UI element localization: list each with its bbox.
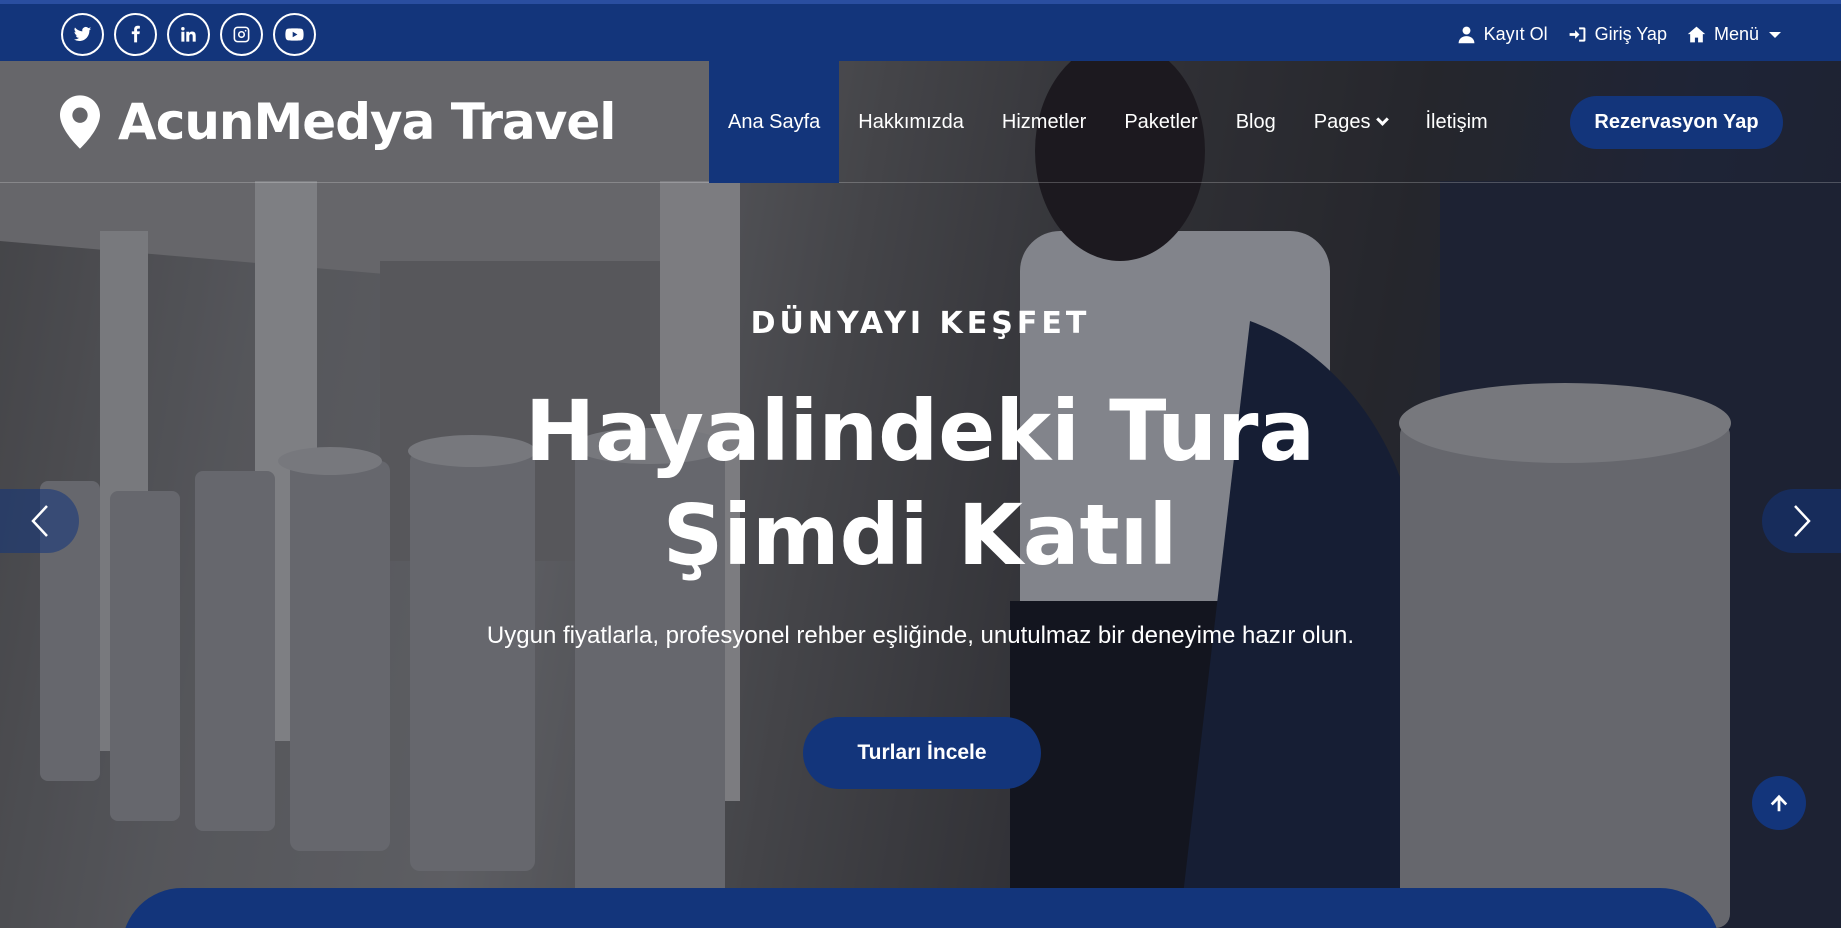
nav-item-pages[interactable]: Pages [1295,61,1407,183]
brand-logo[interactable]: AcunMedya Travel [60,93,616,151]
nav-item-label: Blog [1235,110,1276,133]
menu-dropdown[interactable]: Menü [1687,24,1781,45]
top-links: Kayıt Ol Giriş Yap Menü [1457,24,1781,45]
nav-item-label: İletişim [1425,110,1488,133]
nav-item-label: Hakkımızda [858,110,964,133]
hero-subtext: Uygun fiyatlarla, profesyonel rehber eşl… [486,622,1355,649]
twitter-icon [73,26,92,41]
hero-section: AcunMedya Travel Ana Sayfa Hakkımızda Hi… [0,61,1841,928]
reservation-button[interactable]: Rezervasyon Yap [1570,96,1783,149]
hero-headline: Hayalindeki Tura Şimdi Katıl [524,382,1316,584]
nav-item-label: Pages [1313,110,1371,133]
register-link[interactable]: Kayıt Ol [1457,24,1548,45]
social-links [61,13,316,56]
user-icon [1458,26,1474,44]
chevron-down-icon [1376,113,1390,126]
chevron-right-icon [1793,505,1811,537]
nav-item-services[interactable]: Hizmetler [983,61,1105,183]
login-link[interactable]: Giriş Yap [1568,24,1667,45]
nav-item-packages[interactable]: Paketler [1105,61,1216,183]
view-tours-button[interactable]: Turları İncele [803,717,1041,789]
login-label: Giriş Yap [1594,24,1667,44]
facebook-icon [131,25,140,43]
facebook-link[interactable] [114,13,157,56]
carousel-prev-button[interactable] [0,489,79,553]
register-label: Kayıt Ol [1483,24,1548,44]
nav-item-label: Hizmetler [1001,110,1087,133]
brand-name: AcunMedya Travel [118,93,616,151]
hero-eyebrow: DÜNYAYI KEŞFET [750,306,1091,341]
nav-item-home[interactable]: Ana Sayfa [709,61,840,183]
main-navbar: AcunMedya Travel Ana Sayfa Hakkımızda Hi… [0,61,1841,183]
youtube-link[interactable] [273,13,316,56]
linkedin-icon [181,26,196,42]
nav-item-blog[interactable]: Blog [1217,61,1295,183]
booking-panel [122,888,1720,928]
nav-item-label: Ana Sayfa [728,110,821,133]
nav-menu: Ana Sayfa Hakkımızda Hizmetler Paketler … [709,61,1507,183]
twitter-link[interactable] [61,13,104,56]
home-icon [1687,26,1706,43]
youtube-icon [285,28,304,41]
top-bar: Kayıt Ol Giriş Yap Menü [0,0,1841,61]
instagram-link[interactable] [220,13,263,56]
carousel-next-button[interactable] [1762,489,1841,553]
menu-label: Menü [1713,24,1759,44]
back-to-top-button[interactable] [1752,776,1806,830]
caret-down-icon [1769,31,1781,38]
nav-item-label: Paketler [1124,110,1198,133]
linkedin-link[interactable] [167,13,210,56]
nav-item-about[interactable]: Hakkımızda [839,61,983,183]
chevron-left-icon [30,505,48,537]
arrow-up-icon [1770,794,1788,812]
map-marker-icon [60,95,100,149]
sign-in-icon [1569,27,1586,42]
nav-item-contact[interactable]: İletişim [1406,61,1506,183]
instagram-icon [233,26,250,43]
